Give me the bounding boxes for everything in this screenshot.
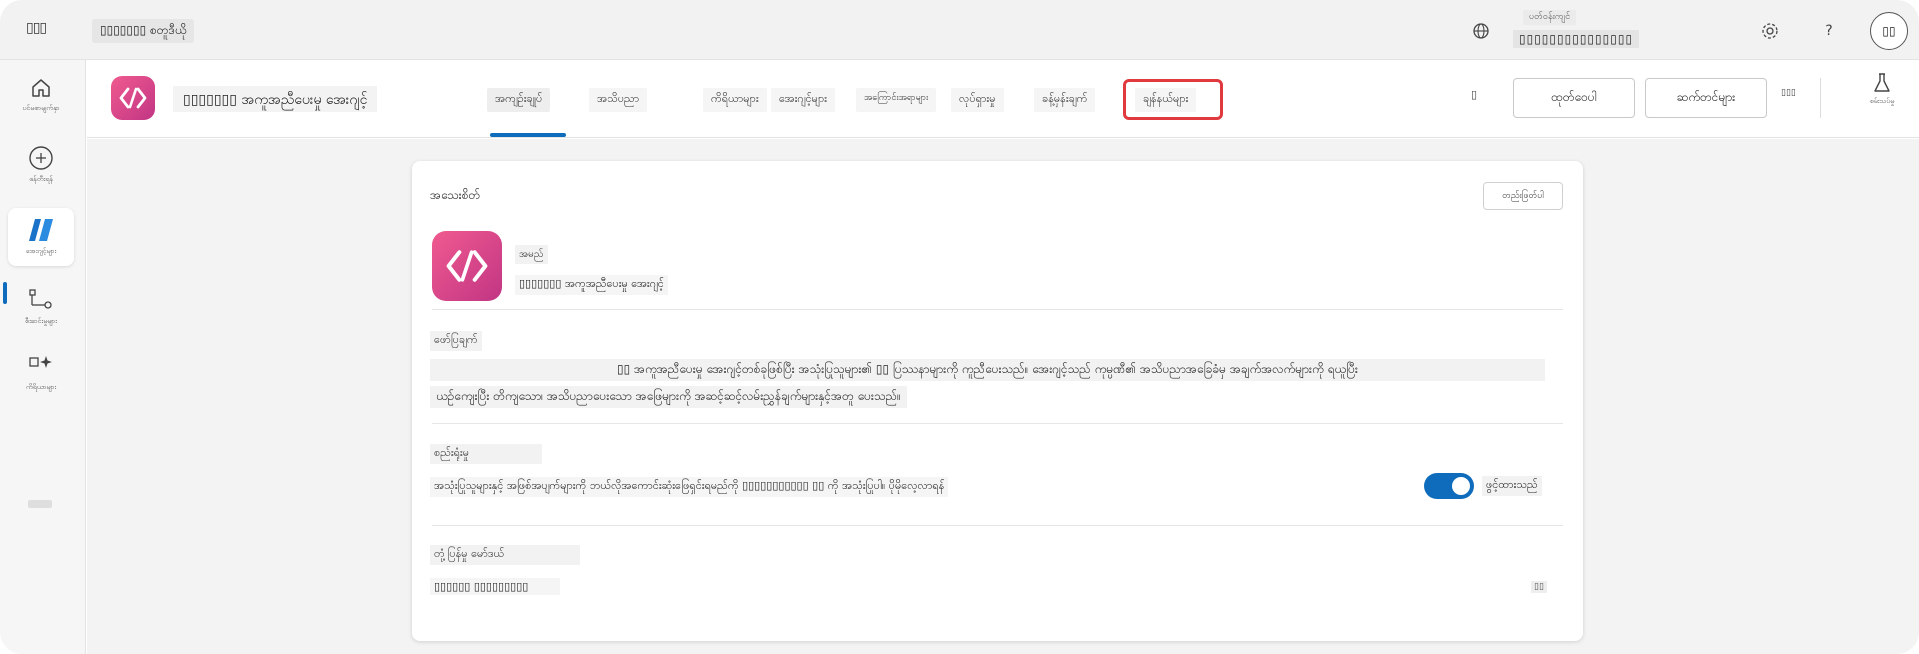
name-label: အမည်	[515, 245, 548, 264]
home-icon	[32, 79, 50, 97]
sparkle-apps-icon	[29, 356, 52, 368]
environment-picker[interactable]: ▯▯▯▯▯▯▯▯▯▯▯▯▯▯▯	[1513, 30, 1640, 48]
tab-tools[interactable]: ကိရိယာများ	[703, 88, 767, 112]
rail-item-home[interactable]: ပင်မစာမျက်နှာ	[8, 66, 74, 124]
globe-icon[interactable]	[1468, 18, 1494, 44]
rail-item-label: ဖန်တီးရန်	[29, 175, 53, 183]
toggle-state-label: ဖွင့်ထားသည်	[1482, 476, 1542, 496]
left-rail: ပင်မစာမျက်နှာ ဖန်တီးရန် အေးဂျင့်များ စီး…	[0, 60, 86, 654]
agent-title: ▯▯▯▯▯▯▯ အကူအညီပေးမှု အေးဂျင့်	[173, 86, 378, 112]
more-options-icon[interactable]: ▯▯▯	[1781, 88, 1796, 98]
top-bar: ▯▯▯ ▯▯▯▯▯▯▯ စတူဒီယို ပတ်ဝန်းကျင် ▯▯▯▯▯▯▯…	[0, 0, 1919, 60]
rail-item-label: ကိရိယာများ	[25, 383, 57, 391]
app-window: ▯▯▯ ▯▯▯▯▯▯▯ စတူဒီယို ပတ်ဝန်းကျင် ▯▯▯▯▯▯▯…	[0, 0, 1919, 654]
rail-item-flows[interactable]: စီးဆင်းမှုများ	[8, 278, 74, 336]
agents-icon	[29, 219, 53, 241]
copy-icon[interactable]: ▯▯	[1531, 581, 1547, 593]
edit-button[interactable]: တည်းဖြတ်ပါ	[1483, 182, 1563, 210]
rail-item-tools[interactable]: ကိရိယာများ	[8, 344, 74, 402]
channels-tab-highlight	[1123, 79, 1223, 120]
orchestration-text: အသုံးပြုသူများနှင့် အဖြစ်အပျက်များကို ဘယ…	[430, 477, 949, 497]
divider	[432, 423, 1563, 424]
tab-agents[interactable]: အေးဂျင့်များ	[771, 88, 835, 112]
environment-label: ပတ်ဝန်းကျင်	[1523, 10, 1577, 25]
rail-item-agents[interactable]: အေးဂျင့်များ	[8, 208, 74, 266]
tab-analytics[interactable]: ခန့်မှန်းချက်	[1034, 88, 1096, 112]
test-icon[interactable]: ▯	[1471, 88, 1477, 101]
active-indicator	[3, 282, 7, 304]
divider	[432, 525, 1563, 526]
rail-item-label: စီးဆင်းမှုများ	[25, 317, 57, 325]
rail-item-label: ပင်မစာမျက်နှာ	[22, 104, 60, 112]
description-line-1: ▯▯ အကူအညီပေးမှု အေးဂျင့်တစ်ခုဖြစ်ပြီး အသ…	[430, 359, 1545, 381]
rail-item-create[interactable]: ဖန်တီးရန်	[8, 136, 74, 194]
orchestration-label: စည်းရုံးမှု	[430, 444, 542, 464]
more-icon[interactable]	[28, 500, 52, 508]
code-icon	[446, 250, 488, 282]
response-model-value: ▯▯▯▯▯▯ ▯▯▯▯▯▯▯▯▯	[430, 578, 560, 595]
response-model-label: တုံ့ပြန်မှု မော်ဒယ်	[430, 545, 580, 565]
tab-activity[interactable]: လုပ်ရှားမှု	[951, 88, 1004, 112]
agent-logo	[111, 76, 155, 120]
toggle-knob	[1452, 477, 1470, 495]
divider	[432, 309, 1563, 310]
code-icon	[119, 87, 147, 109]
orchestration-toggle[interactable]	[1424, 473, 1474, 499]
settings-button[interactable]: ဆက်တင်များ	[1645, 78, 1767, 118]
agent-logo-large	[432, 231, 502, 301]
name-value: ▯▯▯▯▯▯▯ အကူအညီပေးမှု အေးဂျင့်	[515, 275, 668, 295]
labs-button[interactable]: စမ်းသပ်မှု	[1857, 72, 1907, 107]
help-icon[interactable]: ?	[1816, 18, 1842, 44]
publish-button[interactable]: ထုတ်ဝေပါ	[1513, 78, 1635, 118]
description-line-2: ယဉ်ကျေးပြီး တိကျသော၊ အသိပညာပေးသော အဖြေမျ…	[430, 386, 907, 408]
avatar[interactable]: ▯▯	[1870, 12, 1908, 50]
labs-label: စမ်းသပ်မှု	[1869, 97, 1895, 105]
create-icon	[29, 146, 53, 170]
flask-icon	[1874, 73, 1890, 92]
product-name[interactable]: ▯▯▯▯▯▯▯ စတူဒီယို	[92, 19, 195, 43]
tab-knowledge[interactable]: အသိပညာ	[589, 88, 648, 112]
tab-topics[interactable]: အကြောင်းအရာများ	[856, 88, 937, 112]
gear-icon[interactable]	[1757, 18, 1783, 44]
header-divider	[1820, 78, 1821, 118]
flow-icon	[29, 289, 52, 309]
app-header: ▯▯▯▯▯▯▯ အကူအညီပေးမှု အေးဂျင့် အကျဉ်းချုပ…	[87, 60, 1919, 138]
details-title: အသေးစိတ်	[430, 188, 481, 202]
tab-overview[interactable]: အကျဉ်းချုပ်	[487, 88, 551, 112]
description-label: ဖော်ပြချက်	[430, 331, 482, 351]
active-tab-underline	[490, 133, 566, 137]
app-launcher-icon[interactable]: ▯▯▯	[26, 20, 47, 36]
details-card: အသေးစိတ် တည်းဖြတ်ပါ အမည် ▯▯▯▯▯▯▯ အကူအညီပ…	[412, 161, 1583, 641]
rail-item-label: အေးဂျင့်များ	[25, 247, 57, 255]
